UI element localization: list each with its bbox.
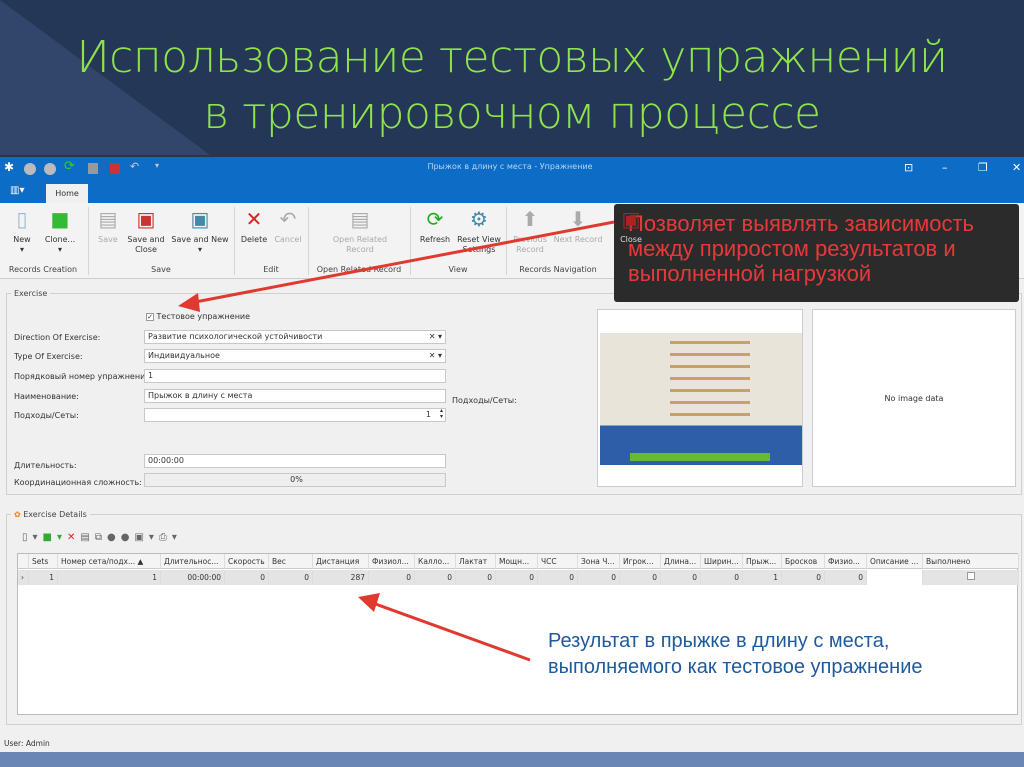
- arrow-bottom-head: [358, 593, 380, 612]
- arrow-top-head: [178, 293, 200, 312]
- close-button[interactable]: ▣ Close: [616, 207, 646, 245]
- annotation-arrows: [178, 220, 615, 662]
- arrow-top: [189, 220, 615, 305]
- close-label: Close: [620, 235, 642, 244]
- close-icon: ▣: [621, 207, 641, 231]
- arrow-bottom: [369, 600, 531, 662]
